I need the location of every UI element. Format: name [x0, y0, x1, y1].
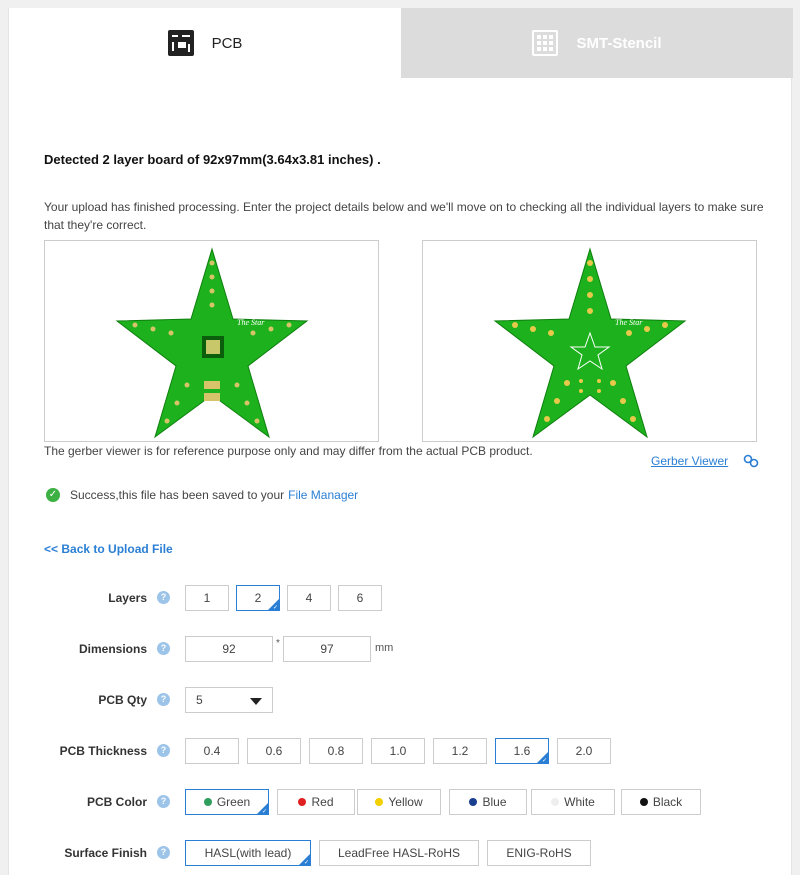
width-input[interactable]: 92	[185, 636, 273, 662]
success-check-icon: ✓	[46, 488, 60, 502]
layer-option-4[interactable]: 4	[287, 585, 331, 611]
color-name: White	[564, 795, 595, 809]
detected-board-title: Detected 2 layer board of 92x97mm(3.64x3…	[44, 152, 381, 167]
color-option-green[interactable]: Green	[185, 789, 269, 815]
back-to-upload-link[interactable]: << Back to Upload File	[44, 542, 173, 556]
color-row: PCB Color ? Green Red Yellow Blue White …	[9, 789, 793, 815]
dimensions-row: Dimensions ? 92 * 97 mm	[9, 636, 793, 662]
finish-option-hasl[interactable]: HASL(with lead)	[185, 840, 311, 866]
thickness-option[interactable]: 0.6	[247, 738, 301, 764]
qty-row: PCB Qty ? 5	[9, 687, 793, 713]
pcb-icon	[167, 30, 194, 56]
pcb-top-image: The Star	[115, 247, 309, 439]
main-panel: PCB SMT-Stencil Detected 2 layer board o…	[8, 8, 793, 875]
stencil-icon	[532, 30, 559, 56]
layer-option-6[interactable]: 6	[338, 585, 382, 611]
caret-down-icon	[250, 698, 262, 705]
color-option-white[interactable]: White	[531, 789, 615, 815]
color-option-red[interactable]: Red	[277, 789, 355, 815]
layers-label: Layers	[108, 591, 147, 605]
help-icon[interactable]: ?	[157, 693, 170, 706]
color-name: Green	[216, 795, 251, 809]
thickness-option[interactable]: 1.0	[371, 738, 425, 764]
color-option-yellow[interactable]: Yellow	[357, 789, 441, 815]
thickness-label: PCB Thickness	[59, 744, 147, 758]
pcb-bottom-image: The Star	[493, 247, 687, 439]
gerber-preview-bottom[interactable]: The Star	[422, 240, 757, 442]
white-swatch	[551, 798, 560, 806]
dimension-unit: mm	[375, 642, 394, 654]
qty-value: 5	[196, 693, 203, 707]
thickness-option-selected[interactable]: 1.6	[495, 738, 549, 764]
thickness-option[interactable]: 0.8	[309, 738, 363, 764]
finish-option-enig[interactable]: ENIG-RoHS	[487, 840, 591, 866]
tab-smt-label: SMT-Stencil	[576, 34, 662, 52]
dimensions-label: Dimensions	[78, 642, 147, 656]
finish-row: Surface Finish ? HASL(with lead) LeadFre…	[9, 840, 793, 866]
tab-pcb[interactable]: PCB	[9, 8, 401, 78]
color-option-black[interactable]: Black	[621, 789, 701, 815]
board-silkscreen-text: The Star	[615, 318, 643, 327]
height-input[interactable]: 97	[283, 636, 371, 662]
thickness-option[interactable]: 1.2	[433, 738, 487, 764]
qty-label: PCB Qty	[98, 693, 147, 707]
help-icon[interactable]: ?	[157, 642, 170, 655]
upload-description: Your upload has finished processing. Ent…	[44, 200, 764, 232]
tab-smt-stencil[interactable]: SMT-Stencil	[401, 8, 793, 78]
success-message: ✓ Success,this file has been saved to yo…	[46, 488, 358, 502]
red-swatch	[298, 798, 307, 806]
blue-swatch	[469, 798, 478, 806]
qty-select[interactable]: 5	[185, 687, 273, 713]
color-name: Blue	[482, 795, 507, 809]
finish-option-leadfree[interactable]: LeadFree HASL-RoHS	[319, 840, 479, 866]
thickness-row: PCB Thickness ? 0.4 0.6 0.8 1.0 1.2 1.6 …	[9, 738, 793, 764]
layer-option-2[interactable]: 2	[236, 585, 280, 611]
link-icon[interactable]	[743, 454, 759, 468]
color-label: PCB Color	[87, 795, 147, 809]
dimension-separator: *	[276, 638, 280, 649]
thickness-option[interactable]: 2.0	[557, 738, 611, 764]
gerber-preview-top[interactable]: The Star	[44, 240, 379, 442]
help-icon[interactable]: ?	[157, 846, 170, 859]
tab-bar: PCB SMT-Stencil	[9, 8, 793, 78]
color-name: Yellow	[388, 795, 423, 809]
gerber-viewer-link[interactable]: Gerber Viewer	[651, 454, 728, 468]
gerber-disclaimer: The gerber viewer is for reference purpo…	[44, 444, 533, 458]
yellow-swatch	[375, 798, 384, 806]
help-icon[interactable]: ?	[157, 744, 170, 757]
file-manager-link[interactable]: File Manager	[288, 488, 358, 502]
black-swatch	[639, 798, 648, 806]
green-swatch	[203, 798, 212, 806]
thickness-option[interactable]: 0.4	[185, 738, 239, 764]
color-option-blue[interactable]: Blue	[449, 789, 527, 815]
color-name: Black	[652, 795, 683, 809]
layer-option-1[interactable]: 1	[185, 585, 229, 611]
color-name: Red	[311, 795, 334, 809]
success-text: Success,this file has been saved to your	[70, 488, 285, 502]
tab-pcb-label: PCB	[211, 34, 243, 52]
finish-label: Surface Finish	[64, 846, 147, 860]
help-icon[interactable]: ?	[157, 795, 170, 808]
board-silkscreen-text: The Star	[237, 318, 265, 327]
layers-row: Layers ? 1 2 4 6	[9, 585, 793, 611]
help-icon[interactable]: ?	[157, 591, 170, 604]
